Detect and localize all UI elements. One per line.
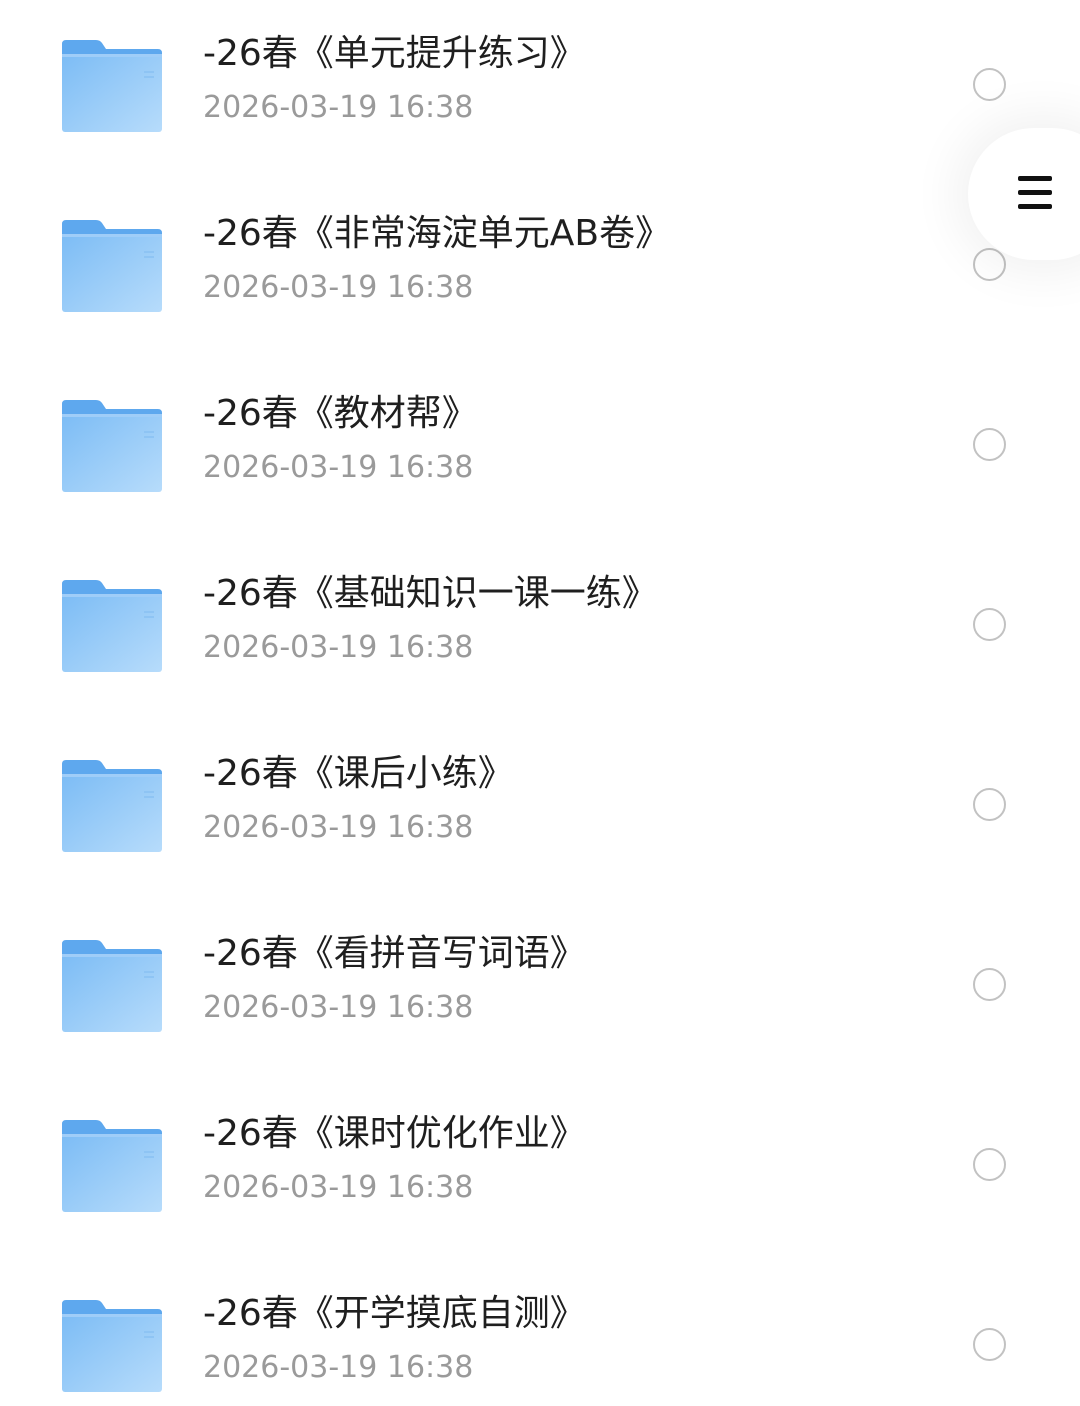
file-name: -26春《单元提升练习》 xyxy=(203,33,586,74)
file-date: 2026-03-19 16:38 xyxy=(203,270,474,305)
file-name: -26春《开学摸底自测》 xyxy=(203,1293,586,1334)
file-name: -26春《看拼音写词语》 xyxy=(203,933,586,974)
file-date: 2026-03-19 16:38 xyxy=(203,990,474,1025)
folder-icon xyxy=(60,758,164,854)
file-row[interactable]: -26春《课后小练》 2026-03-19 16:38 xyxy=(0,720,1080,900)
select-radio[interactable] xyxy=(973,1148,1006,1181)
folder-icon xyxy=(60,578,164,674)
file-date: 2026-03-19 16:38 xyxy=(203,1170,474,1205)
file-date: 2026-03-19 16:38 xyxy=(203,1350,474,1385)
file-name: -26春《非常海淀单元AB卷》 xyxy=(203,213,672,254)
file-date: 2026-03-19 16:38 xyxy=(203,450,474,485)
file-date: 2026-03-19 16:38 xyxy=(203,810,474,845)
folder-icon xyxy=(60,938,164,1034)
select-radio[interactable] xyxy=(973,788,1006,821)
file-row[interactable]: -26春《教材帮》 2026-03-19 16:38 xyxy=(0,360,1080,540)
folder-icon xyxy=(60,38,164,134)
file-row[interactable]: -26春《课时优化作业》 2026-03-19 16:38 xyxy=(0,1080,1080,1260)
file-row[interactable]: -26春《基础知识一课一练》 2026-03-19 16:38 xyxy=(0,540,1080,720)
select-radio[interactable] xyxy=(973,968,1006,1001)
file-row[interactable]: -26春《非常海淀单元AB卷》 2026-03-19 16:38 xyxy=(0,180,1080,360)
menu-icon xyxy=(1018,176,1052,210)
file-row[interactable]: -26春《单元提升练习》 2026-03-19 16:38 xyxy=(0,0,1080,180)
select-radio[interactable] xyxy=(973,1328,1006,1361)
file-name: -26春《基础知识一课一练》 xyxy=(203,573,658,614)
select-radio[interactable] xyxy=(973,68,1006,101)
folder-icon xyxy=(60,1298,164,1394)
file-row[interactable]: -26春《开学摸底自测》 2026-03-19 16:38 xyxy=(0,1260,1080,1406)
folder-icon xyxy=(60,398,164,494)
select-radio[interactable] xyxy=(973,608,1006,641)
select-radio[interactable] xyxy=(973,248,1006,281)
file-name: -26春《课时优化作业》 xyxy=(203,1113,586,1154)
folder-icon xyxy=(60,1118,164,1214)
file-name: -26春《课后小练》 xyxy=(203,753,514,794)
file-row[interactable]: -26春《看拼音写词语》 2026-03-19 16:38 xyxy=(0,900,1080,1080)
file-name: -26春《教材帮》 xyxy=(203,393,478,434)
file-date: 2026-03-19 16:38 xyxy=(203,630,474,665)
select-radio[interactable] xyxy=(973,428,1006,461)
file-date: 2026-03-19 16:38 xyxy=(203,90,474,125)
folder-icon xyxy=(60,218,164,314)
